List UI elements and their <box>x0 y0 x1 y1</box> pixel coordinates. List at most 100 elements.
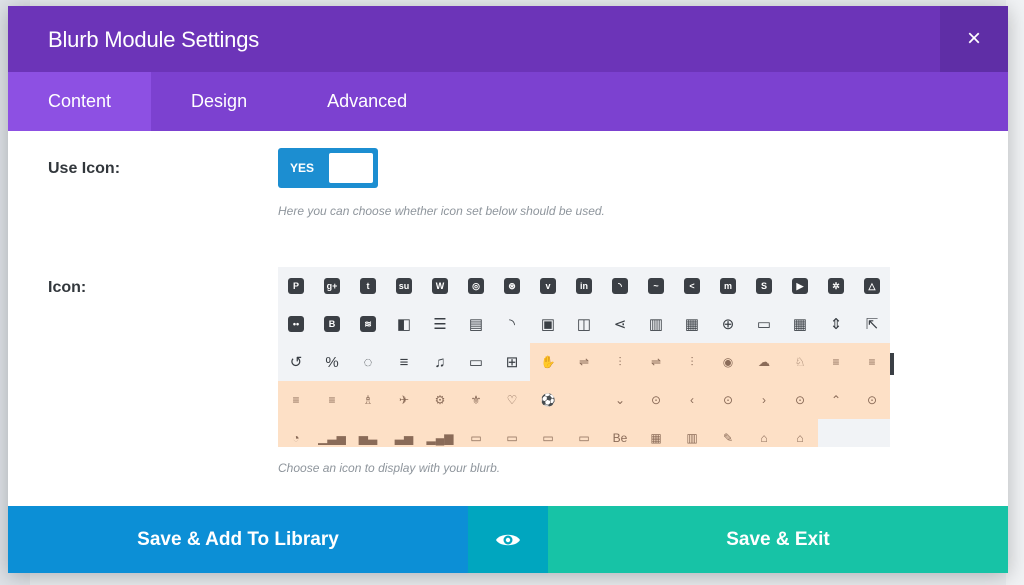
equalizer-icon[interactable]: ⇌ <box>638 343 674 381</box>
icon-picker-scrollbar[interactable] <box>890 353 894 375</box>
icon-glyph: △ <box>864 278 880 294</box>
stamp-icon[interactable]: ♗ <box>350 381 386 419</box>
gallery-icon[interactable]: ▣ <box>530 305 566 343</box>
align-right-icon[interactable]: ≡ <box>314 381 350 419</box>
sliders-v-icon[interactable]: ⫶ <box>674 343 710 381</box>
google-drive-icon[interactable]: △ <box>854 267 890 305</box>
chevron-up-icon[interactable]: ⌃ <box>818 381 854 419</box>
battery-full-icon[interactable]: ▭ <box>458 419 494 447</box>
preview-button[interactable] <box>468 506 548 573</box>
chip-icon[interactable]: ⚙ <box>422 381 458 419</box>
cursor-icon[interactable]: ⇱ <box>854 305 890 343</box>
battery-mid-icon[interactable]: ▭ <box>494 419 530 447</box>
myspace-icon[interactable]: m <box>710 267 746 305</box>
share-alt-icon[interactable]: ⋖ <box>602 305 638 343</box>
sliders-icon[interactable]: ⇌ <box>566 343 602 381</box>
use-icon-toggle[interactable]: YES <box>278 148 378 188</box>
hand-icon[interactable]: ✋ <box>530 343 566 381</box>
circle-chevron-down-icon[interactable]: ⊙ <box>638 381 674 419</box>
calendar-icon[interactable]: ▦ <box>638 419 674 447</box>
bank-icon[interactable]: ⌂ <box>782 419 818 447</box>
save-add-to-library-button[interactable]: Save & Add To Library <box>8 506 468 573</box>
tab-advanced[interactable]: Advanced <box>287 72 447 131</box>
circle-chevron-up-icon[interactable]: ⊙ <box>854 381 890 419</box>
cloud-icon[interactable]: ☁ <box>746 343 782 381</box>
news-icon[interactable]: ▤ <box>458 305 494 343</box>
shop-icon[interactable]: ⌂ <box>746 419 782 447</box>
apple-icon[interactable] <box>566 381 602 419</box>
laptop-icon[interactable]: ▭ <box>458 343 494 381</box>
icon-glyph: W <box>432 278 448 294</box>
bar-chart-down-icon[interactable]: ▃▅ <box>386 419 422 447</box>
table-icon[interactable]: ▦ <box>674 305 710 343</box>
tab-design[interactable]: Design <box>151 72 287 131</box>
skype-icon[interactable]: S <box>746 267 782 305</box>
bug-icon[interactable]: ≡ <box>818 343 854 381</box>
toggle-knob <box>329 153 373 183</box>
bell-icon[interactable]: ♘ <box>782 343 818 381</box>
bar-chart-alt-icon[interactable]: ▅▃ <box>350 419 386 447</box>
wordpress-icon[interactable]: W <box>422 267 458 305</box>
heart-icon[interactable]: ♡ <box>494 381 530 419</box>
blogger-icon[interactable]: B <box>314 305 350 343</box>
align-center-icon[interactable]: ≡ <box>854 343 890 381</box>
plane-icon[interactable]: ✈ <box>386 381 422 419</box>
feed-icon[interactable]: ◝ <box>494 305 530 343</box>
pen-icon[interactable]: ✎ <box>710 419 746 447</box>
picassa-icon[interactable]: ✲ <box>818 267 854 305</box>
circle-chevron-left-icon[interactable]: ⊙ <box>710 381 746 419</box>
close-button[interactable]: × <box>940 6 1008 72</box>
tab-content[interactable]: Content <box>8 72 152 131</box>
icon-row: ≡ ≡ ♗ ✈ ⚙ ⚜ ♡ ⚽ ⌄ ⊙ ‹ ⊙ › ⊙ ⌃ ⊙ <box>278 381 890 419</box>
icon-picker[interactable]: Pg+ t su W ◎ ⊛ v in ◝ ~ < m S ▶ ✲ △ •• B ≋ ◧ ☰ ▤ ◝ ▣ ◫ ⋖ ▥ ▦ ⊕ ▭ ▦ ⇕ ⇱ ↺%… <box>278 267 890 447</box>
browser-icon[interactable]: ▭ <box>746 305 782 343</box>
pie-icon[interactable]: ◔ <box>278 419 314 447</box>
dribbble-icon[interactable]: ⊛ <box>494 267 530 305</box>
resize-icon[interactable]: ⇕ <box>818 305 854 343</box>
delicious-icon[interactable]: ◧ <box>386 305 422 343</box>
badge-icon[interactable]: ⚜ <box>458 381 494 419</box>
spotify-icon[interactable]: ≋ <box>350 305 386 343</box>
bar-chart-up-icon[interactable]: ▂▄▆ <box>422 419 458 447</box>
grid-icon[interactable]: ▦ <box>782 305 818 343</box>
chevron-right-icon[interactable]: › <box>746 381 782 419</box>
gift-icon[interactable]: ⊞ <box>494 343 530 381</box>
chevron-left-icon[interactable]: ‹ <box>674 381 710 419</box>
tumblr-icon[interactable]: t <box>350 267 386 305</box>
columns-icon[interactable]: ◫ <box>566 305 602 343</box>
basketball-icon[interactable]: ⚽ <box>530 381 566 419</box>
deviantart-icon[interactable]: ~ <box>638 267 674 305</box>
icon-glyph: ~ <box>648 278 664 294</box>
history-icon[interactable]: ↺ <box>278 343 314 381</box>
vimeo-icon[interactable]: v <box>530 267 566 305</box>
use-icon-description: Here you can choose whether icon set bel… <box>278 204 605 218</box>
circle-chevron-right-icon[interactable]: ⊙ <box>782 381 818 419</box>
music-icon[interactable]: ♫ <box>422 343 458 381</box>
save-exit-button[interactable]: Save & Exit <box>548 506 1008 573</box>
list-icon[interactable]: ☰ <box>422 305 458 343</box>
google-plus-icon[interactable]: g+ <box>314 267 350 305</box>
linkedin-icon[interactable]: in <box>566 267 602 305</box>
bar-chart-icon[interactable]: ▁▃▅ <box>314 419 350 447</box>
rss-icon[interactable]: ◝ <box>602 267 638 305</box>
instagram-icon[interactable]: ◎ <box>458 267 494 305</box>
chat-icon[interactable]: ◌ <box>350 343 386 381</box>
youtube-icon[interactable]: ▶ <box>782 267 818 305</box>
pinterest-icon[interactable]: P <box>278 267 314 305</box>
building-icon[interactable]: ▥ <box>674 419 710 447</box>
stumbleupon-icon[interactable]: su <box>386 267 422 305</box>
align-left-icon[interactable]: ≡ <box>386 343 422 381</box>
book-icon[interactable]: ▥ <box>638 305 674 343</box>
battery-empty-icon[interactable]: ▭ <box>566 419 602 447</box>
align-left-alt-icon[interactable]: ≡ <box>278 381 314 419</box>
icon-description: Choose an icon to display with your blur… <box>278 461 501 475</box>
hash-icon[interactable]: ⊕ <box>710 305 746 343</box>
behance-icon[interactable]: Be <box>602 419 638 447</box>
share-icon[interactable]: < <box>674 267 710 305</box>
chevron-down-icon[interactable]: ⌄ <box>602 381 638 419</box>
flickr-icon[interactable]: •• <box>278 305 314 343</box>
battery-low-icon[interactable]: ▭ <box>530 419 566 447</box>
equalizer-v-icon[interactable]: ◉ <box>710 343 746 381</box>
sliders-alt-icon[interactable]: ⫶ <box>602 343 638 381</box>
percent-icon[interactable]: % <box>314 343 350 381</box>
